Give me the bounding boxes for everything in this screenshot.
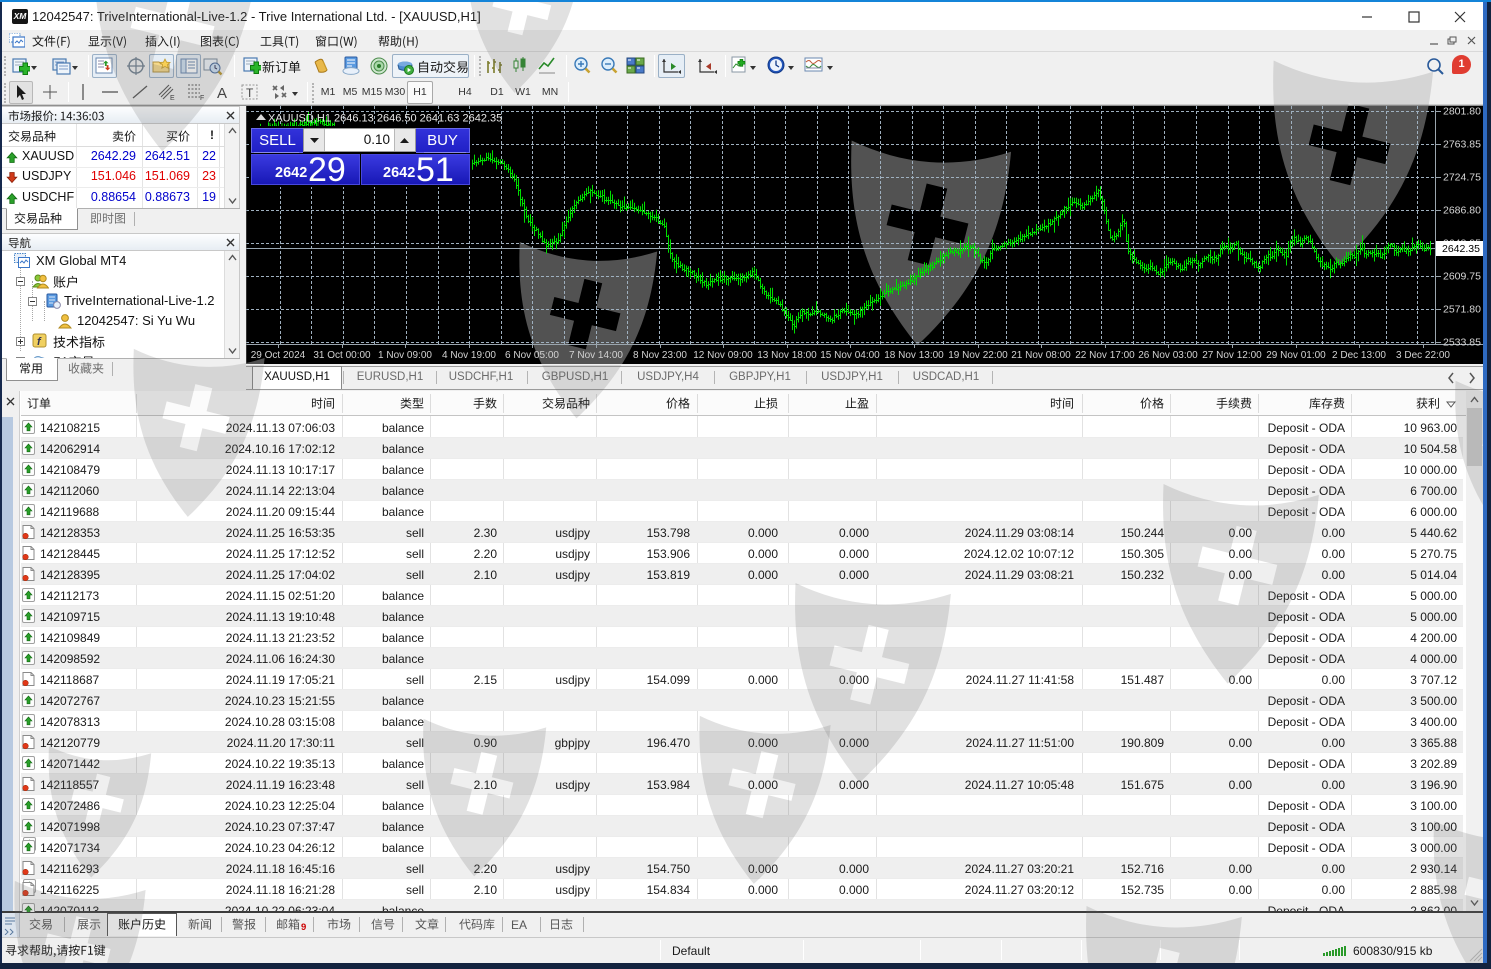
- svg-text:2801.80: 2801.80: [1443, 106, 1481, 118]
- svg-text:XAUUSD,H1 2646.13 2646.50 264: XAUUSD,H1 2646.13 2646.50 2641.63 2642.3…: [268, 113, 502, 125]
- svg-text:E: E: [170, 95, 175, 101]
- svg-text:29 Nov 01:00: 29 Nov 01:00: [1266, 350, 1326, 361]
- svg-text:29 Oct 2024: 29 Oct 2024: [251, 350, 306, 361]
- svg-text:15 Nov 04:00: 15 Nov 04:00: [820, 350, 880, 361]
- svg-text:2642.35: 2642.35: [1442, 243, 1480, 255]
- svg-text:19 Nov 22:00: 19 Nov 22:00: [948, 350, 1008, 361]
- svg-text:2571.80: 2571.80: [1443, 304, 1481, 316]
- svg-text:T: T: [246, 86, 254, 100]
- svg-text:13 Nov 18:00: 13 Nov 18:00: [757, 350, 817, 361]
- svg-text:31 Oct 00:00: 31 Oct 00:00: [313, 350, 371, 361]
- svg-text:4 Nov 19:00: 4 Nov 19:00: [442, 350, 496, 361]
- svg-text:12 Nov 09:00: 12 Nov 09:00: [693, 350, 753, 361]
- svg-text:18 Nov 13:00: 18 Nov 13:00: [884, 350, 944, 361]
- svg-text:8 Nov 23:00: 8 Nov 23:00: [633, 350, 687, 361]
- svg-text:2724.75: 2724.75: [1443, 172, 1481, 184]
- svg-text:7 Nov 14:00: 7 Nov 14:00: [569, 350, 623, 361]
- svg-text:6 Nov 05:00: 6 Nov 05:00: [505, 350, 559, 361]
- svg-text:2763.85: 2763.85: [1443, 139, 1481, 151]
- svg-text:2 Dec 13:00: 2 Dec 13:00: [1332, 350, 1386, 361]
- svg-text:21 Nov 08:00: 21 Nov 08:00: [1011, 350, 1071, 361]
- svg-text:F: F: [200, 95, 204, 101]
- svg-text:A: A: [217, 85, 227, 101]
- svg-text:27 Nov 12:00: 27 Nov 12:00: [1202, 350, 1262, 361]
- svg-text:2609.75: 2609.75: [1443, 271, 1481, 283]
- svg-text:2533.85: 2533.85: [1443, 337, 1481, 349]
- svg-text:22 Nov 17:00: 22 Nov 17:00: [1075, 350, 1135, 361]
- svg-text:3 Dec 22:00: 3 Dec 22:00: [1396, 350, 1450, 361]
- svg-text:1 Nov 09:00: 1 Nov 09:00: [378, 350, 432, 361]
- svg-text:26 Nov 03:00: 26 Nov 03:00: [1138, 350, 1198, 361]
- svg-text:2686.80: 2686.80: [1443, 205, 1481, 217]
